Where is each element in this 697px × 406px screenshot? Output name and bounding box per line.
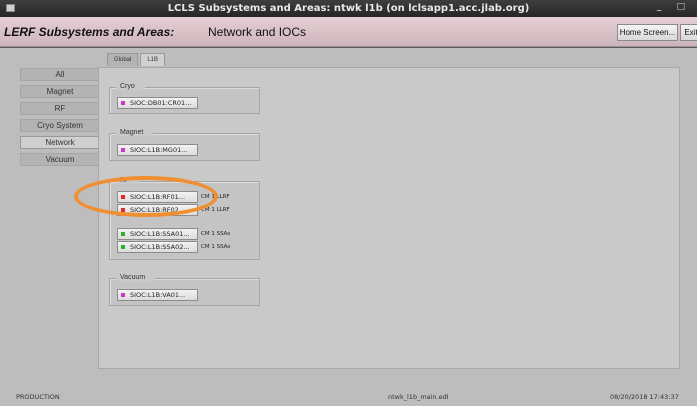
ioc-button-l1b-rf01[interactable]: SIOC:L1B:RF01... bbox=[117, 191, 198, 203]
ioc-button-db01-cr01[interactable]: SIOC:DB01:CR01... bbox=[117, 97, 198, 109]
sidebar-item-vacuum[interactable]: Vacuum bbox=[20, 153, 100, 166]
sidebar-item-magnet[interactable]: Magnet bbox=[20, 85, 100, 98]
sidebar-item-network[interactable]: Network bbox=[20, 136, 100, 149]
display-file-name: ntwk_l1b_main.edl bbox=[388, 393, 449, 401]
sidebar-item-all[interactable]: All bbox=[20, 68, 100, 81]
exit-button[interactable]: Exit bbox=[680, 24, 697, 41]
mode-label: PRODUCTION bbox=[16, 393, 60, 401]
ioc-description: CM 1 LLRF bbox=[201, 207, 230, 213]
group-rf-label: RF bbox=[116, 177, 140, 184]
ioc-button-label: SIOC:L1B:SSA01... bbox=[130, 230, 190, 238]
sidebar: All Magnet RF Cryo System Network Vacuum bbox=[20, 68, 100, 170]
status-bar: PRODUCTION ntwk_l1b_main.edl 08/20/2018 … bbox=[0, 386, 697, 406]
ioc-row: SIOC:DB01:CR01... bbox=[117, 97, 198, 109]
ioc-button-l1b-rf02[interactable]: SIOC:L1B:RF02... bbox=[117, 204, 198, 216]
app-header: LERF Subsystems and Areas: Network and I… bbox=[0, 17, 697, 47]
ioc-row: SIOC:L1B:RF02... CM 1 LLRF bbox=[117, 204, 230, 216]
ioc-description: CM 1 SSAs bbox=[201, 244, 231, 250]
window-menu-icon[interactable] bbox=[6, 4, 15, 12]
ioc-panel: Cryo SIOC:DB01:CR01... Magnet SIOC:L1B:M… bbox=[98, 67, 680, 369]
tab-l1b[interactable]: L1B bbox=[140, 53, 166, 66]
area-tabs: Global L1B bbox=[107, 53, 167, 66]
window-titlebar: LCLS Subsystems and Areas: ntwk l1b (on … bbox=[0, 0, 697, 17]
status-indicator bbox=[121, 101, 125, 105]
ioc-row: SIOC:L1B:VA01... bbox=[117, 289, 198, 301]
app-subtitle: LERF Subsystems and Areas: bbox=[4, 25, 175, 39]
ioc-row: SIOC:L1B:SSA01... CM 1 SSAs bbox=[117, 228, 230, 240]
status-indicator bbox=[121, 232, 125, 236]
status-indicator bbox=[121, 208, 125, 212]
ioc-button-label: SIOC:L1B:RF02... bbox=[130, 206, 186, 214]
tab-global[interactable]: Global bbox=[107, 53, 139, 66]
ioc-row: SIOC:L1B:MG01... bbox=[117, 144, 198, 156]
group-magnet: Magnet SIOC:L1B:MG01... bbox=[109, 129, 260, 161]
group-magnet-label: Magnet bbox=[116, 129, 154, 136]
ioc-description: CM 1 LLRF bbox=[201, 194, 230, 200]
home-screen-button[interactable]: Home Screen... bbox=[617, 24, 678, 41]
ioc-row: SIOC:L1B:SSA02... CM 1 SSAs bbox=[117, 241, 230, 253]
ioc-button-l1b-va01[interactable]: SIOC:L1B:VA01... bbox=[117, 289, 198, 301]
ioc-button-l1b-ssa02[interactable]: SIOC:L1B:SSA02... bbox=[117, 241, 198, 253]
ioc-button-label: SIOC:L1B:MG01... bbox=[130, 146, 188, 154]
group-rf: RF SIOC:L1B:RF01... CM 1 LLRF SIOC:L1B:R… bbox=[109, 177, 260, 260]
ioc-description: CM 1 SSAs bbox=[201, 231, 231, 237]
timestamp: 08/20/2018 17:43:37 bbox=[610, 393, 679, 401]
sidebar-item-rf[interactable]: RF bbox=[20, 102, 100, 115]
window-controls[interactable]: _ □ bbox=[657, 2, 691, 12]
group-cryo: Cryo SIOC:DB01:CR01... bbox=[109, 83, 260, 114]
group-vacuum-label: Vacuum bbox=[116, 274, 156, 281]
ioc-button-label: SIOC:L1B:RF01... bbox=[130, 193, 186, 201]
sidebar-item-cryo-system[interactable]: Cryo System bbox=[20, 119, 100, 132]
main-area: All Magnet RF Cryo System Network Vacuum… bbox=[0, 48, 697, 386]
status-indicator bbox=[121, 148, 125, 152]
group-cryo-label: Cryo bbox=[116, 83, 145, 90]
ioc-row: SIOC:L1B:RF01... CM 1 LLRF bbox=[117, 191, 230, 203]
ioc-button-label: SIOC:L1B:SSA02... bbox=[130, 243, 190, 251]
status-indicator bbox=[121, 195, 125, 199]
ioc-button-label: SIOC:L1B:VA01... bbox=[130, 291, 186, 299]
window-title: LCLS Subsystems and Areas: ntwk l1b (on … bbox=[167, 3, 530, 14]
page-title: Network and IOCs bbox=[208, 25, 307, 39]
status-indicator bbox=[121, 293, 125, 297]
group-vacuum: Vacuum SIOC:L1B:VA01... bbox=[109, 274, 260, 306]
ioc-button-label: SIOC:DB01:CR01... bbox=[130, 99, 192, 107]
ioc-button-l1b-mg01[interactable]: SIOC:L1B:MG01... bbox=[117, 144, 198, 156]
status-indicator bbox=[121, 245, 125, 249]
ioc-button-l1b-ssa01[interactable]: SIOC:L1B:SSA01... bbox=[117, 228, 198, 240]
